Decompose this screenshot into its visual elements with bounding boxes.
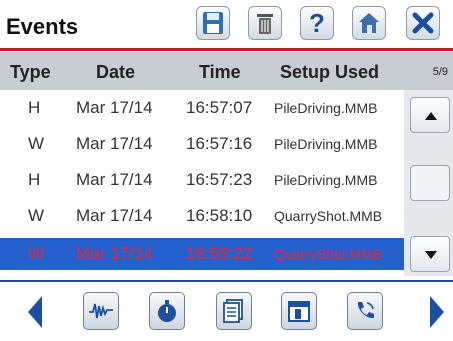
page-indicator: 5/9 (432, 66, 448, 78)
cell-setup: PileDriving.MMB (274, 136, 378, 152)
cell-date: Mar 17/14 (76, 134, 153, 153)
cell-type: H (28, 170, 41, 189)
title-divider (0, 48, 453, 51)
close-button[interactable] (406, 6, 440, 40)
cell-time: 16:57:16 (186, 134, 253, 153)
chevron-up-icon (425, 112, 437, 120)
call-button[interactable] (347, 292, 383, 330)
save-button[interactable] (196, 6, 230, 40)
help-button[interactable]: ? (300, 6, 334, 40)
scroll-down-button[interactable] (410, 236, 450, 272)
previous-arrow-icon[interactable] (28, 296, 42, 328)
header-date: Date (96, 62, 136, 82)
scrollbar[interactable] (404, 90, 453, 276)
table-header: Type Date Time Setup Used 5/9 (0, 52, 453, 90)
cell-setup: PileDriving.MMB (274, 100, 378, 116)
stopwatch-button[interactable] (149, 292, 185, 330)
home-icon (359, 13, 379, 33)
cell-type: W (28, 206, 45, 225)
chevron-down-icon (425, 251, 437, 259)
cell-type: H (28, 98, 41, 117)
waveform-icon (89, 303, 113, 319)
cell-setup: PileDriving.MMB (274, 172, 378, 188)
calendar-button[interactable] (281, 292, 317, 330)
phone-icon (357, 302, 374, 319)
save-icon (203, 12, 223, 34)
header-time: Time (199, 62, 241, 82)
waveform-button[interactable] (83, 292, 119, 330)
page-title: Events (6, 14, 79, 39)
table-row-selected[interactable]: W Mar 17/14 16:58:22 QuarryShot.MMB (0, 238, 404, 270)
stopwatch-icon (158, 300, 176, 322)
trash-icon (257, 14, 273, 34)
cell-time: 16:57:07 (186, 98, 253, 117)
cell-date: Mar 17/14 (76, 244, 153, 263)
cell-date: Mar 17/14 (76, 170, 153, 189)
cell-date: Mar 17/14 (76, 98, 153, 117)
cell-type: W (28, 134, 45, 153)
calendar-icon (288, 301, 310, 322)
documents-button[interactable] (216, 292, 252, 330)
scroll-up-button[interactable] (410, 97, 450, 133)
header-setup: Setup Used (280, 62, 380, 82)
header-type: Type (10, 62, 51, 82)
bottom-toolbar (0, 280, 453, 341)
scroll-thumb[interactable] (410, 165, 450, 201)
cell-time: 16:58:22 (186, 244, 253, 263)
cell-date: Mar 17/14 (76, 206, 153, 225)
table-row[interactable]: H Mar 17/14 16:57:07 PileDriving.MMB (0, 92, 404, 124)
cell-time: 16:57:23 (186, 170, 253, 189)
next-arrow-icon[interactable] (430, 296, 444, 328)
help-icon: ? (309, 8, 325, 38)
cell-type: W (28, 244, 45, 263)
delete-button[interactable] (248, 6, 282, 40)
table-row[interactable]: W Mar 17/14 16:57:16 PileDriving.MMB (0, 128, 404, 160)
home-button[interactable] (352, 6, 386, 40)
documents-icon (223, 299, 243, 323)
cell-setup: QuarryShot.MMB (274, 208, 383, 224)
table-row[interactable]: H Mar 17/14 16:57:23 PileDriving.MMB (0, 164, 404, 196)
cell-time: 16:58:10 (186, 206, 253, 225)
close-icon (412, 12, 434, 34)
cell-setup: QuarryShot.MMB (274, 246, 383, 262)
table-row[interactable]: W Mar 17/14 16:58:10 QuarryShot.MMB (0, 200, 404, 232)
